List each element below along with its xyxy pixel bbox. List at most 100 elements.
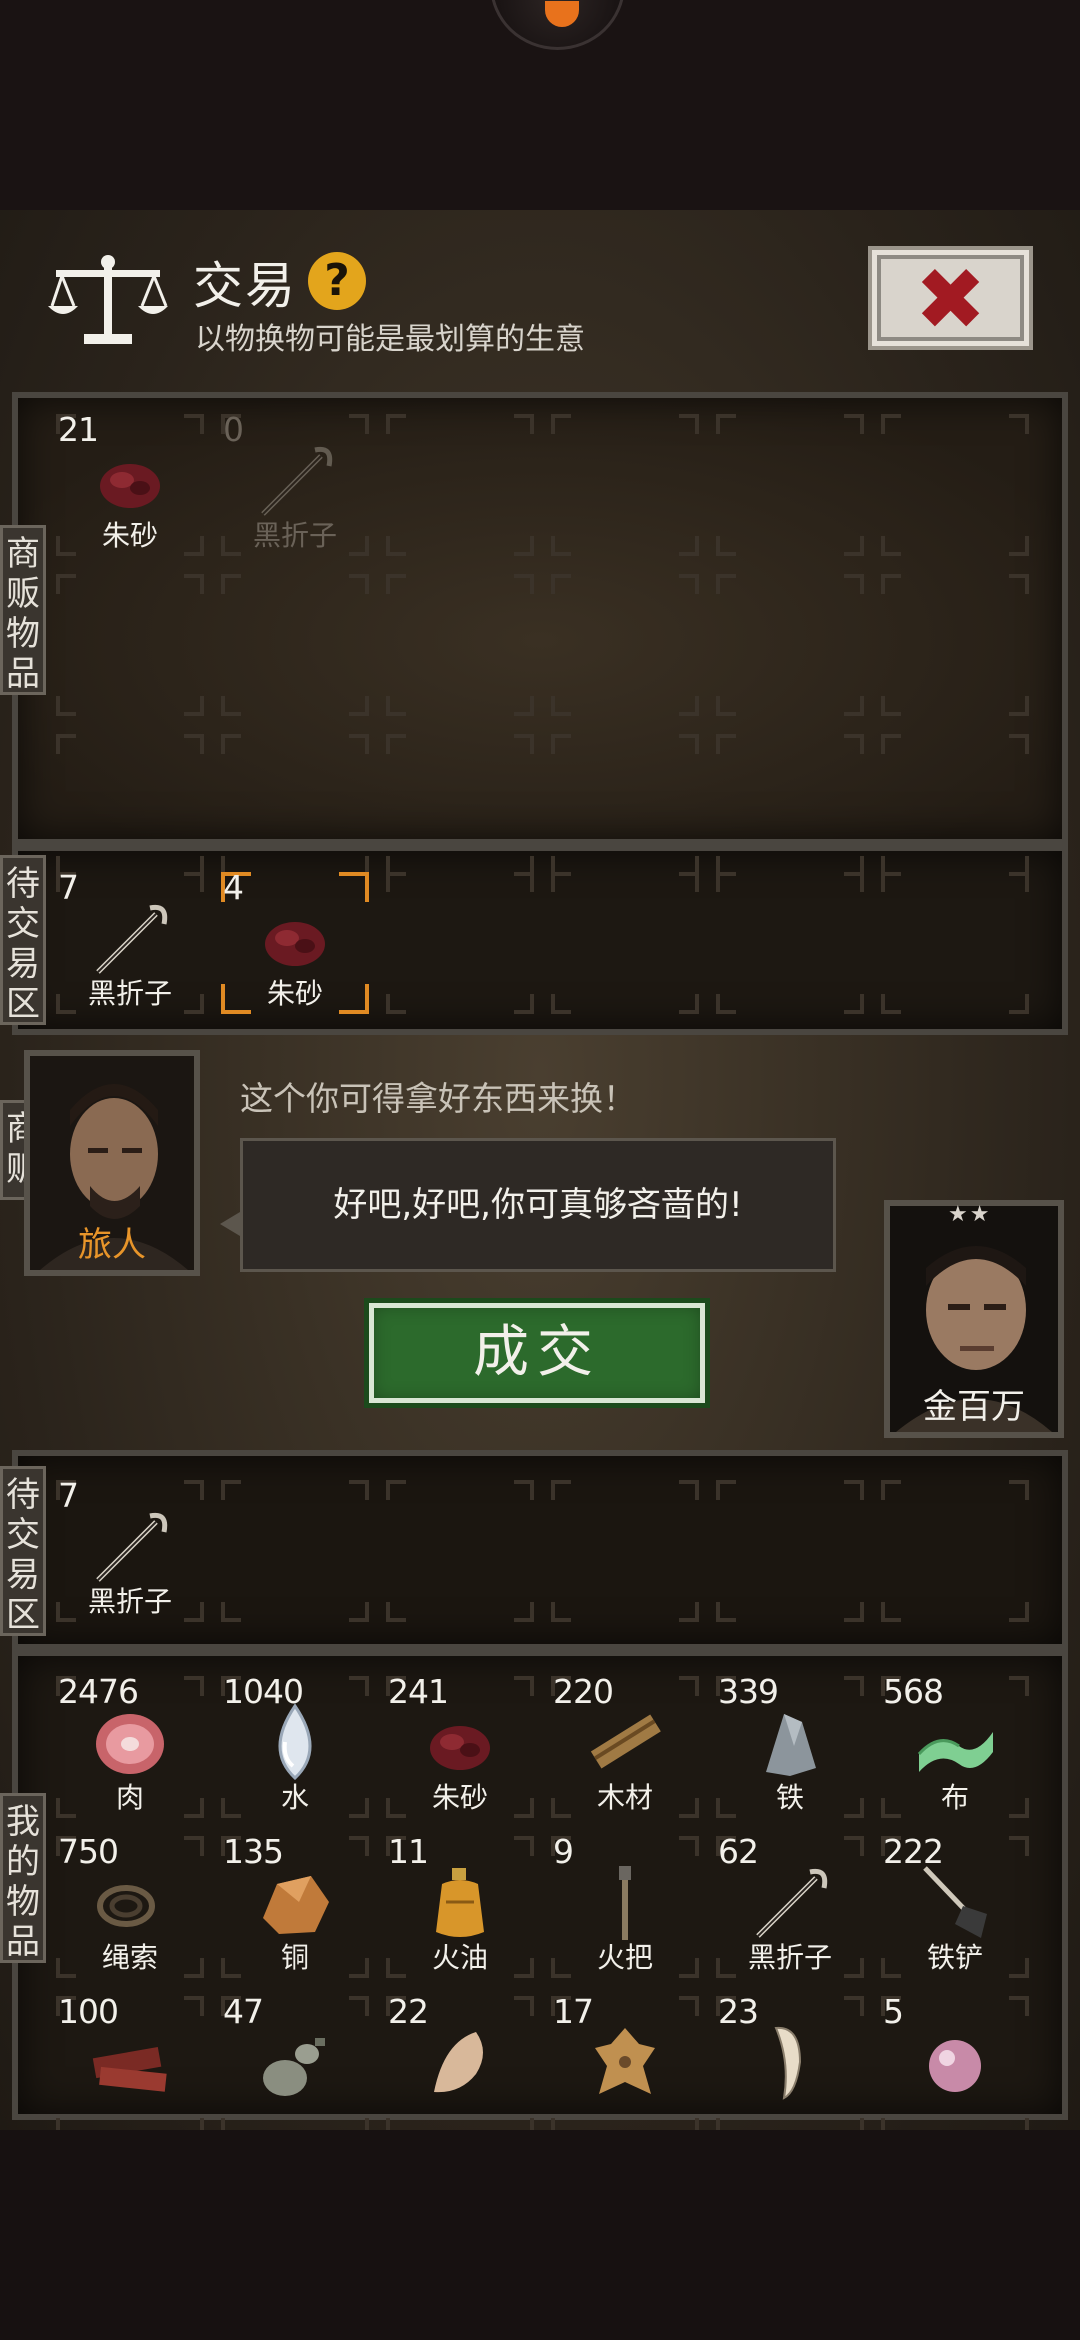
slot-corner xyxy=(716,872,736,892)
my-goods-slot[interactable]: 11 火油 xyxy=(382,1832,538,1982)
side-label-my-goods: 我的物品 xyxy=(0,1793,46,1963)
item-count: 100 xyxy=(58,1992,119,2031)
slot-corner xyxy=(1009,734,1029,754)
slot-corner xyxy=(56,696,76,716)
vendor-pending-slot[interactable]: 7 黑折子 xyxy=(52,868,208,1018)
cloth-icon xyxy=(917,1732,993,1772)
vendor-goods-slot[interactable] xyxy=(547,410,703,560)
close-icon: ✖ xyxy=(914,250,987,350)
my-goods-slot[interactable]: 339 铁 xyxy=(712,1672,868,1822)
my-goods-slot[interactable]: 2476 肉 xyxy=(52,1672,208,1822)
my-goods-slot[interactable]: 62 黑折子 xyxy=(712,1832,868,1982)
slot-corner xyxy=(881,1480,901,1500)
item-count: 62 xyxy=(718,1832,759,1871)
vendor-goods-slot[interactable] xyxy=(217,730,373,880)
item-name: 木材 xyxy=(596,1781,653,1814)
slot-corner xyxy=(184,414,204,434)
my-goods-slot[interactable]: 750 绳索 xyxy=(52,1832,208,1982)
vendor-goods-slot[interactable] xyxy=(547,570,703,720)
slot-corner xyxy=(1009,536,1029,556)
my-goods-slot[interactable]: 135 铜 xyxy=(217,1832,373,1982)
my-pending-slot[interactable] xyxy=(217,1476,373,1626)
slot-corner xyxy=(514,872,534,892)
my-goods-slot[interactable]: 17 xyxy=(547,1992,703,2142)
vendor-pending-slot[interactable] xyxy=(712,868,868,1018)
player-portrait: 金百万 xyxy=(884,1200,1064,1438)
vendor-goods-slot[interactable] xyxy=(547,730,703,880)
slot-corner xyxy=(349,414,369,434)
item-count: 135 xyxy=(223,1832,284,1871)
slot-corner xyxy=(56,734,76,754)
vendor-goods-slot[interactable] xyxy=(382,730,538,880)
my-pending-slot[interactable] xyxy=(382,1476,538,1626)
my-goods-slot[interactable]: 220 木材 xyxy=(547,1672,703,1822)
vendor-goods-slot[interactable] xyxy=(712,570,868,720)
vendor-goods-slot[interactable]: 0 黑折子 xyxy=(217,410,373,560)
item-count: 568 xyxy=(883,1672,944,1711)
vendor-pending-slot[interactable] xyxy=(877,868,1033,1018)
vendor-goods-slot[interactable] xyxy=(52,570,208,720)
my-pending-slot[interactable] xyxy=(877,1476,1033,1626)
item-name: 绳索 xyxy=(101,1941,158,1974)
bottom-band xyxy=(0,2130,1080,2340)
slot-corner xyxy=(514,536,534,556)
item-count: 22 xyxy=(388,1992,429,2031)
my-goods-slot[interactable]: 23 xyxy=(712,1992,868,2142)
slot-corner xyxy=(386,414,406,434)
side-label-vendor-goods: 商贩物品 xyxy=(0,525,46,695)
my-pending-slot[interactable] xyxy=(712,1476,868,1626)
page-subtitle: 以物换物可能是最划算的生意 xyxy=(195,322,585,357)
my-goods-slot[interactable]: 1040 水 xyxy=(217,1672,373,1822)
slot-corner xyxy=(881,872,901,892)
deal-button[interactable]: 成交 xyxy=(364,1298,710,1408)
dried-meat-icon xyxy=(92,2046,167,2092)
slot-corner xyxy=(844,1602,864,1622)
my-goods-slot[interactable]: 22 xyxy=(382,1992,538,2142)
vendor-goods-slot[interactable] xyxy=(712,410,868,560)
slot-corner xyxy=(716,696,736,716)
vendor-goods-slot[interactable] xyxy=(877,410,1033,560)
slot-corner xyxy=(551,1602,571,1622)
water-drop-icon xyxy=(278,1703,312,1781)
my-goods-slot[interactable]: 568 布 xyxy=(877,1672,1033,1822)
vendor-goods-slot[interactable] xyxy=(382,570,538,720)
my-pending-slot[interactable] xyxy=(547,1476,703,1626)
vendor-goods-slot[interactable] xyxy=(877,570,1033,720)
my-goods-slot[interactable]: 222 铁铲 xyxy=(877,1832,1033,1982)
black-tongs-icon xyxy=(261,446,333,516)
black-tongs-icon xyxy=(756,1868,828,1938)
side-label-pending-top: 待交易区 xyxy=(0,855,46,1025)
my-goods-slot[interactable]: 47 xyxy=(217,1992,373,2142)
vendor-goods-slot[interactable] xyxy=(877,730,1033,880)
slot-corner xyxy=(1009,994,1029,1014)
vendor-goods-slot[interactable] xyxy=(217,570,373,720)
slot-corner xyxy=(551,414,571,434)
black-tongs-icon xyxy=(96,904,168,974)
slot-corner xyxy=(716,1480,736,1500)
vendor-pending-slot[interactable] xyxy=(547,868,703,1018)
vendor-goods-slot[interactable] xyxy=(712,730,868,880)
slot-corner xyxy=(844,696,864,716)
slot-corner xyxy=(551,734,571,754)
item-count: 4 xyxy=(223,868,244,907)
slot-corner xyxy=(349,696,369,716)
vendor-pending-slot[interactable]: 4 朱砂 xyxy=(217,868,373,1018)
vendor-goods-slot[interactable]: 21 朱砂 xyxy=(52,410,208,560)
item-name: 铁 xyxy=(775,1781,804,1814)
my-pending-slot[interactable]: 7 黑折子 xyxy=(52,1476,208,1626)
my-goods-slot[interactable]: 9 火把 xyxy=(547,1832,703,1982)
question-icon[interactable]: ? xyxy=(308,252,366,310)
my-goods-slot[interactable]: 241 朱砂 xyxy=(382,1672,538,1822)
slot-corner xyxy=(221,1480,241,1500)
close-button[interactable]: ✖ xyxy=(868,246,1033,350)
slot-corner xyxy=(514,1480,534,1500)
vendor-pending-slot[interactable] xyxy=(382,868,538,1018)
my-goods-slot[interactable]: 5 xyxy=(877,1992,1033,2142)
slot-corner xyxy=(881,574,901,594)
my-goods-slot[interactable]: 100 xyxy=(52,1992,208,2142)
item-count: 339 xyxy=(718,1672,779,1711)
bubble-tail xyxy=(220,1212,240,1236)
vendor-goods-slot[interactable] xyxy=(52,730,208,880)
vendor-goods-slot[interactable] xyxy=(382,410,538,560)
slot-corner xyxy=(679,414,699,434)
